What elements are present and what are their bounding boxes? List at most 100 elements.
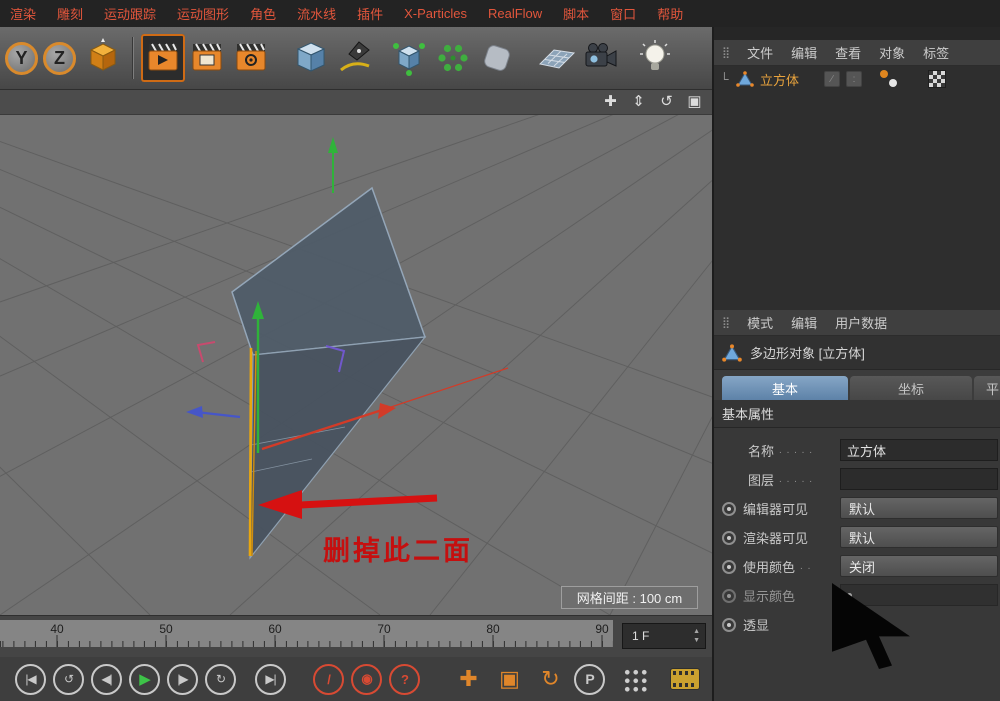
array-object-icon[interactable] [431,34,475,82]
rotate-icon[interactable]: ↺ [657,92,676,110]
record-help-button[interactable]: ? [389,664,420,695]
row-label: 渲染器可见 [743,528,808,547]
menu-render[interactable]: 渲染 [10,4,36,23]
menu-window[interactable]: 窗口 [610,4,636,23]
tree-branch-icon: └ [720,72,736,86]
next-frame-button[interactable]: |▶ [167,664,198,695]
mesh-upper-face[interactable] [232,188,425,355]
display-color-dropdown[interactable] [840,584,998,606]
object-manager-list[interactable]: └ 立方体 ∕ : [714,66,1000,310]
light-icon[interactable] [633,34,677,82]
texture-tag-icon[interactable] [928,70,946,88]
maximize-icon[interactable]: ▣ [685,92,704,110]
row-label: 显示颜色 [743,586,795,605]
pan-icon[interactable]: ✚ [601,92,620,110]
menu-character[interactable]: 角色 [250,4,276,23]
instance-object-icon[interactable] [387,34,431,82]
menu-sculpt[interactable]: 雕刻 [57,4,83,23]
use-color-dropdown[interactable]: 关闭 [840,555,998,577]
play-button[interactable]: ▶ [129,664,160,695]
object-state-icon[interactable]: ∕ [824,71,840,87]
menu-help[interactable]: 帮助 [657,4,683,23]
row-label: 透显 [743,615,769,634]
row-use-color: 使用颜色 . . 关闭 [714,552,1000,581]
move-axis-tool-icon[interactable] [81,34,125,82]
move-tool-button[interactable]: ✚ [451,664,485,695]
frame-spinner[interactable]: ▲▼ [693,627,700,645]
coords-button[interactable]: P [574,664,605,695]
timeline-ruler[interactable]: 40 50 60 70 80 90 [0,620,613,647]
viewport-nav: ✚ ⇕ ↺ ▣ [601,92,704,110]
goto-end-button[interactable]: ▶| [255,664,286,695]
om-menu-tags[interactable]: 标签 [923,43,949,62]
attribute-tabs: 基本 坐标 平 [714,370,1000,400]
current-frame-field[interactable]: 1 F ▲▼ [622,623,706,649]
dock-handle-icon[interactable]: ⣿ [722,316,729,329]
plane-handle-left[interactable] [198,342,215,362]
menu-script[interactable]: 脚本 [563,4,589,23]
axis-lock-y-button[interactable]: Y [5,42,38,75]
section-basic-properties[interactable]: 基本属性 [714,400,1000,428]
mesh-lower-face[interactable] [250,337,425,558]
object-state-icon-2[interactable]: : [846,71,862,87]
floor-plane-icon[interactable] [535,34,579,82]
axis-z-arrow[interactable] [186,406,240,418]
render-visibility-dropdown[interactable]: 默认 [840,526,998,548]
ruler-label: 80 [473,622,513,636]
am-menu-mode[interactable]: 模式 [747,313,773,332]
object-name[interactable]: 立方体 [760,70,799,89]
menu-motion-tracker[interactable]: 运动跟踪 [104,4,156,23]
pen-spline-icon[interactable] [333,34,377,82]
keyframe-circle-icon[interactable] [722,618,736,632]
menu-bar: 渲染 雕刻 运动跟踪 运动图形 角色 流水线 插件 X-Particles Re… [0,0,1000,27]
render-settings-icon[interactable] [229,34,273,82]
frame-value: 1 F [632,629,649,643]
am-menu-userdata[interactable]: 用户数据 [835,313,887,332]
play-reverse-button[interactable]: ↺ [53,664,84,695]
render-view-icon[interactable] [141,34,185,82]
render-picture-viewer-icon[interactable] [185,34,229,82]
menu-mograph[interactable]: 运动图形 [177,4,229,23]
keyframe-circle-icon[interactable] [722,589,736,603]
keyframe-circle-icon[interactable] [722,502,736,516]
tab-coordinates[interactable]: 坐标 [850,376,972,400]
record-keyframe-button[interactable]: / [313,664,344,695]
dock-handle-icon[interactable]: ⣿ [722,46,729,59]
ruler-label: 70 [364,622,404,636]
ruler-label: 50 [146,622,186,636]
attribute-title-text: 多边形对象 [立方体] [750,343,865,362]
filmstrip-button[interactable] [670,668,700,690]
axis-lock-z-button[interactable]: Z [43,42,76,75]
prev-frame-button[interactable]: ◀| [91,664,122,695]
visibility-dots-icon[interactable] [880,70,898,88]
zoom-icon[interactable]: ⇕ [629,92,648,110]
goto-start-button[interactable]: |◀ [15,664,46,695]
name-input[interactable]: 立方体 [840,439,998,461]
row-label: 编辑器可见 [743,499,808,518]
tab-phong[interactable]: 平 [974,376,1000,400]
autokey-button[interactable]: ◉ [351,664,382,695]
rotate-tool-button[interactable]: ↻ [533,664,567,695]
am-menu-edit[interactable]: 编辑 [791,313,817,332]
menu-xparticles[interactable]: X-Particles [404,6,467,21]
menu-plugins[interactable]: 插件 [357,4,383,23]
loop-button[interactable]: ↻ [205,664,236,695]
object-row-cube[interactable]: └ 立方体 ∕ : [714,66,1000,92]
editor-visibility-dropdown[interactable]: 默认 [840,497,998,519]
keyframe-circle-icon[interactable] [722,560,736,574]
om-menu-view[interactable]: 查看 [835,43,861,62]
om-menu-object[interactable]: 对象 [879,43,905,62]
add-cube-icon[interactable] [289,34,333,82]
grid-dots-button[interactable] [622,667,647,692]
deformer-icon[interactable] [475,34,519,82]
keyframe-circle-icon[interactable] [722,531,736,545]
tab-basic[interactable]: 基本 [722,376,848,400]
menu-realflow[interactable]: RealFlow [488,6,542,21]
scale-tool-button[interactable]: ▣ [492,664,526,695]
om-menu-edit[interactable]: 编辑 [791,43,817,62]
om-menu-file[interactable]: 文件 [747,43,773,62]
layer-input[interactable] [840,468,998,490]
selected-edge[interactable] [250,348,251,556]
camera-icon[interactable] [579,34,623,82]
menu-pipeline[interactable]: 流水线 [297,4,336,23]
